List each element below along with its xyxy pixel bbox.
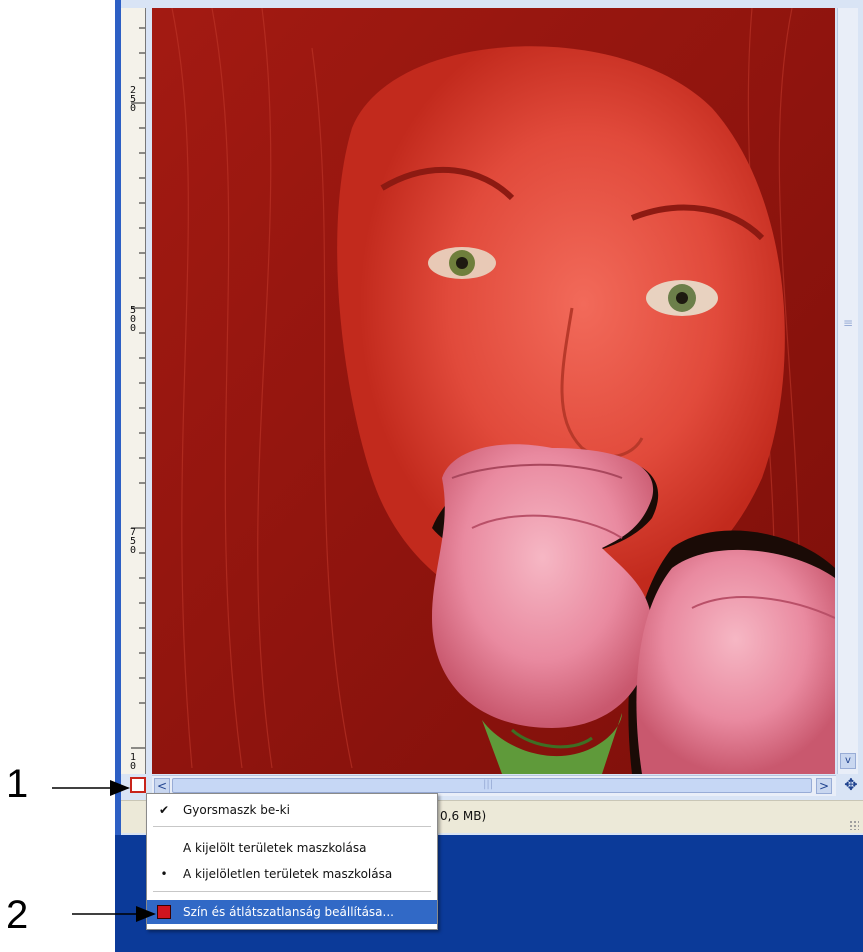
scroll-down-arrow[interactable]: v xyxy=(840,753,856,769)
callout-arrow-1-icon xyxy=(52,780,130,796)
menu-item-color-opacity[interactable]: Szín és átlátszatlanság beállítása... xyxy=(147,900,437,924)
menu-item-mask-unselected[interactable]: • A kijelöletlen területek maszkolása xyxy=(147,862,437,886)
callout-number-1: 1 xyxy=(6,762,29,806)
radio-bullet-icon: • xyxy=(160,867,168,881)
color-swatch-icon xyxy=(157,905,171,919)
masked-photo xyxy=(152,8,835,774)
scroll-left-arrow[interactable]: < xyxy=(154,778,170,794)
ruler-label-750: 750 xyxy=(130,527,137,556)
menu-item-toggle-quick-mask[interactable]: ✔ Gyorsmaszk be-ki xyxy=(147,798,437,822)
scroll-right-arrow[interactable]: > xyxy=(816,778,832,794)
vertical-ruler: 250 500 750 10 xyxy=(121,8,146,774)
resize-grip-icon[interactable] xyxy=(849,820,859,830)
ruler-label-250: 250 xyxy=(130,85,137,114)
vertical-scroll-thumb-grip[interactable]: ≡ xyxy=(840,308,856,338)
ruler-ticks xyxy=(131,27,145,749)
menu-item-label: A kijelöletlen területek maszkolása xyxy=(183,867,393,881)
callout-arrow-2-icon xyxy=(72,906,156,922)
menu-item-mask-selected[interactable]: A kijelölt területek maszkolása xyxy=(147,836,437,860)
menu-item-label: Gyorsmaszk be-ki xyxy=(183,803,290,817)
horizontal-scroll-thumb[interactable]: ||| xyxy=(172,778,812,793)
horizontal-thumb-grip: ||| xyxy=(483,779,494,790)
quick-mask-toggle-button[interactable] xyxy=(130,777,146,793)
callout-number-2: 2 xyxy=(6,893,29,937)
menu-item-label: A kijelölt területek maszkolása xyxy=(183,841,367,855)
menu-separator xyxy=(153,826,431,827)
vertical-scrollbar[interactable]: ≡ v xyxy=(837,8,858,774)
navigate-move-icon[interactable]: ✥ xyxy=(842,776,860,794)
ruler-label-1000: 10 xyxy=(130,752,137,772)
quick-mask-menu: ✔ Gyorsmaszk be-ki A kijelölt területek … xyxy=(146,793,438,930)
ruler-label-500: 500 xyxy=(130,305,137,334)
menu-item-label: Szín és átlátszatlanság beállítása... xyxy=(183,905,394,919)
image-canvas[interactable] xyxy=(152,8,835,774)
checkmark-icon: ✔ xyxy=(158,803,170,817)
menu-separator xyxy=(153,891,431,892)
status-text: 0,6 MB) xyxy=(440,809,487,823)
